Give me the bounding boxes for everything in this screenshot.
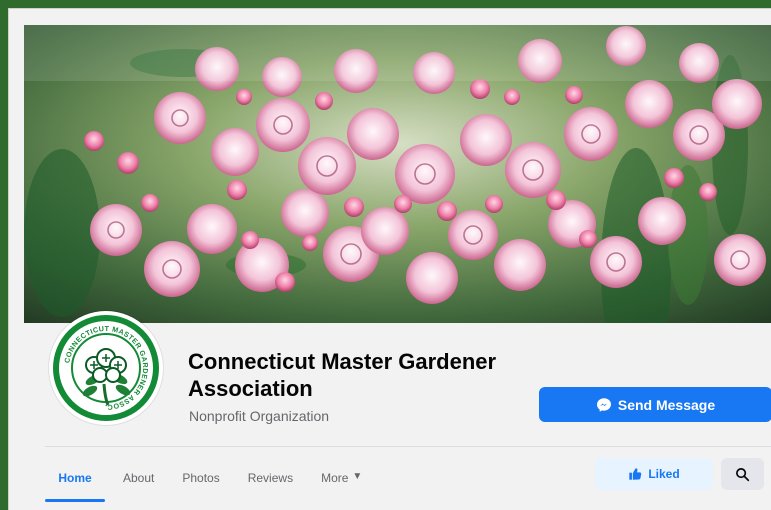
tab-more-label: More xyxy=(321,471,349,485)
tab-photos-label: Photos xyxy=(182,471,220,485)
page-tabs: Home About Photos Reviews More ▼ xyxy=(45,458,390,502)
search-button[interactable] xyxy=(721,458,764,490)
thumbs-up-icon xyxy=(628,467,642,481)
send-message-label: Send Message xyxy=(617,396,716,413)
tab-reviews-label: Reviews xyxy=(247,471,294,485)
search-icon xyxy=(735,467,750,482)
cover-photo-art xyxy=(24,25,771,323)
tab-home[interactable]: Home xyxy=(45,458,105,502)
page-category: Nonprofit Organization xyxy=(189,408,330,424)
cover-photo xyxy=(24,25,771,323)
profile-logo[interactable]: CONNECTICUT MASTER GARDENER ASSOC. xyxy=(49,311,163,425)
liked-label: Liked xyxy=(648,467,680,481)
tab-about-label: About xyxy=(123,471,155,485)
messenger-icon xyxy=(596,397,612,413)
logo-emblem: CONNECTICUT MASTER GARDENER ASSOC. xyxy=(51,313,161,423)
tab-about[interactable]: About xyxy=(123,458,154,498)
liked-button[interactable]: Liked xyxy=(595,458,713,490)
send-message-button[interactable]: Send Message xyxy=(539,387,771,422)
page-card: CONNECTICUT MASTER GARDENER ASSOC. Conne… xyxy=(8,8,771,510)
tab-more[interactable]: More ▼ xyxy=(321,458,362,498)
page-title: Connecticut Master Gardener Association xyxy=(188,349,497,401)
tab-home-label: Home xyxy=(58,471,92,485)
chevron-down-icon: ▼ xyxy=(352,471,363,482)
header-divider xyxy=(45,446,771,447)
tab-reviews[interactable]: Reviews xyxy=(248,458,293,498)
tab-photos[interactable]: Photos xyxy=(182,458,219,498)
